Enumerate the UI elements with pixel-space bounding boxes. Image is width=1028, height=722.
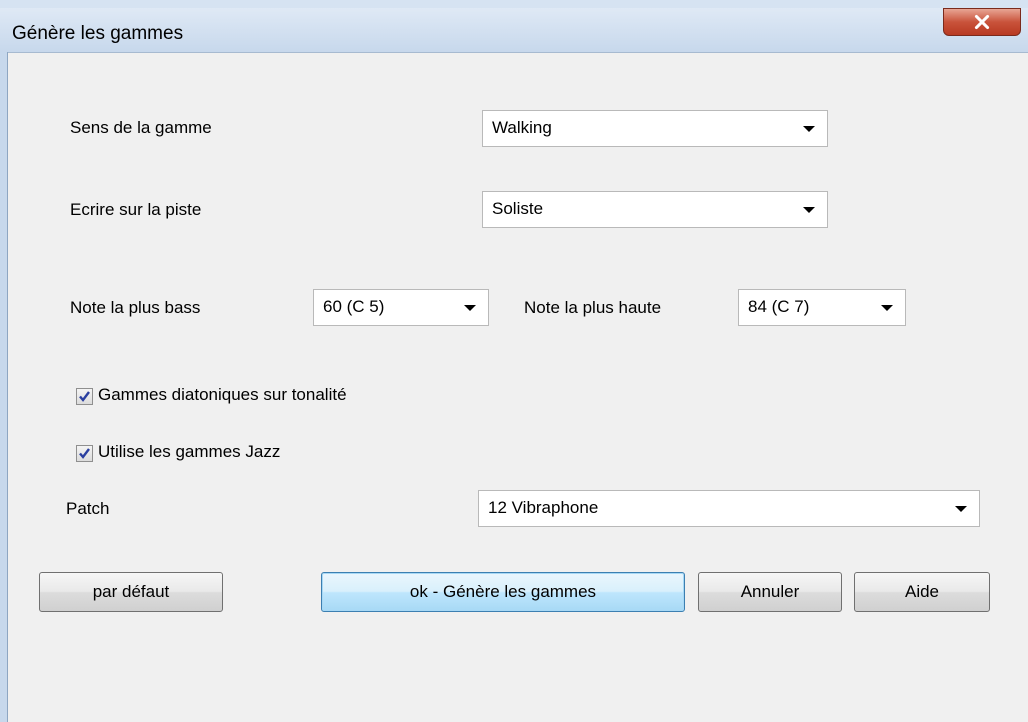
defaults-button[interactable]: par défaut [39, 572, 223, 612]
diatonic-checkbox[interactable] [76, 388, 93, 405]
diatonic-label[interactable]: Gammes diatoniques sur tonalité [98, 385, 347, 405]
low-note-label: Note la plus bass [70, 298, 201, 317]
cancel-button[interactable]: Annuler [698, 572, 842, 612]
chevron-down-icon [464, 305, 476, 311]
patch-label: Patch [66, 499, 110, 518]
low-note-select[interactable]: 60 (C 5) [313, 289, 489, 326]
help-button[interactable]: Aide [854, 572, 990, 612]
chevron-down-icon [881, 305, 893, 311]
patch-select[interactable]: 12 Vibraphone [478, 490, 980, 527]
high-note-label: Note la plus haute [524, 298, 662, 317]
window-left-frame [0, 52, 8, 722]
direction-value: Walking [492, 118, 552, 137]
jazz-label[interactable]: Utilise les gammes Jazz [98, 442, 280, 462]
high-note-select[interactable]: 84 (C 7) [738, 289, 906, 326]
low-note-value: 60 (C 5) [323, 297, 385, 316]
window-title: Génère les gammes [12, 23, 184, 44]
track-label: Ecrire sur la piste [70, 200, 202, 219]
title-bar[interactable]: Génère les gammes [0, 8, 1028, 53]
window-top-edge [0, 0, 1028, 8]
direction-select[interactable]: Walking [482, 110, 828, 147]
track-select[interactable]: Soliste [482, 191, 828, 228]
close-button[interactable] [943, 8, 1021, 36]
patch-value: 12 Vibraphone [488, 498, 599, 517]
track-value: Soliste [492, 199, 544, 218]
ok-generate-button[interactable]: ok - Génère les gammes [321, 572, 685, 612]
dialog-body: Sens de la gamme Walking Ecrire sur la p… [8, 53, 1028, 722]
checkmark-icon [79, 448, 90, 459]
close-icon [974, 14, 990, 30]
chevron-down-icon [803, 207, 815, 213]
chevron-down-icon [955, 506, 967, 512]
direction-label: Sens de la gamme [70, 118, 212, 137]
checkmark-icon [79, 391, 90, 402]
chevron-down-icon [803, 126, 815, 132]
jazz-checkbox[interactable] [76, 445, 93, 462]
high-note-value: 84 (C 7) [748, 297, 810, 316]
